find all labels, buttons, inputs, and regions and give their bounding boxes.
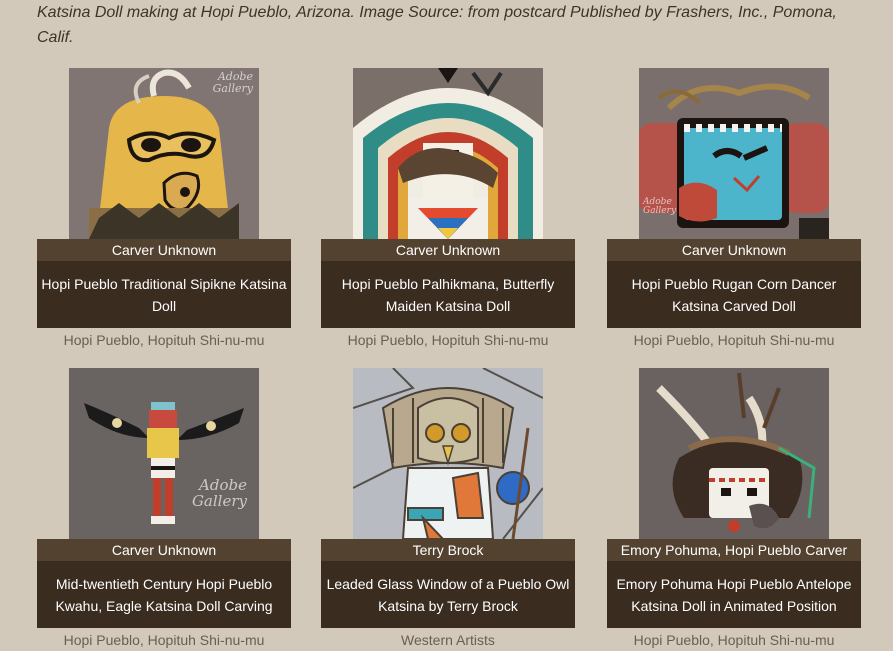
product-image[interactable] — [639, 368, 829, 539]
category-link[interactable]: Hopi Pueblo, Hopituh Shi-nu-mu — [607, 331, 861, 349]
adobe-gallery-watermark: Adobe Gallery — [212, 70, 253, 95]
image-source-caption: Katsina Doll making at Hopi Pueblo, Ariz… — [37, 4, 837, 46]
product-title-link[interactable]: Leaded Glass Window of a Pueblo Owl Kats… — [321, 561, 575, 628]
artist-label: Emory Pohuma, Hopi Pueblo Carver — [607, 539, 861, 561]
category-link[interactable]: Hopi Pueblo, Hopituh Shi-nu-mu — [37, 331, 291, 349]
product-title-link[interactable]: Mid-twentieth Century Hopi Pueblo Kwahu,… — [37, 561, 291, 628]
product-title-link[interactable]: Hopi Pueblo Traditional Sipikne Katsina … — [37, 261, 291, 328]
category-link[interactable]: Hopi Pueblo, Hopituh Shi-nu-mu — [321, 331, 575, 349]
kwahu-eagle-katsina-doll-image — [69, 368, 259, 539]
artist-label: Carver Unknown — [607, 239, 861, 261]
adobe-gallery-watermark: Adobe Gallery — [191, 476, 247, 510]
product-title-link[interactable]: Emory Pohuma Hopi Pueblo Antelope Katsin… — [607, 561, 861, 628]
product-image[interactable] — [353, 368, 543, 539]
category-link[interactable]: Western Artists — [321, 631, 575, 649]
antelope-katsina-doll-image — [639, 368, 829, 539]
product-title-link[interactable]: Hopi Pueblo Palhikmana, Butterfly Maiden… — [321, 261, 575, 328]
artist-label: Carver Unknown — [37, 239, 291, 261]
palhikmana-katsina-doll-image — [353, 68, 543, 239]
category-link[interactable]: Hopi Pueblo, Hopituh Shi-nu-mu — [37, 631, 291, 649]
owl-katsina-leaded-glass-image — [353, 368, 543, 539]
artist-label: Terry Brock — [321, 539, 575, 561]
category-link[interactable]: Hopi Pueblo, Hopituh Shi-nu-mu — [607, 631, 861, 649]
artist-label: Carver Unknown — [321, 239, 575, 261]
product-image[interactable]: Adobe Gallery — [639, 68, 829, 239]
adobe-gallery-watermark: Adobe Gallery — [643, 197, 677, 217]
product-image[interactable] — [353, 68, 543, 239]
product-image[interactable]: Adobe Gallery — [69, 68, 259, 239]
artist-label: Carver Unknown — [37, 539, 291, 561]
product-image[interactable]: Adobe Gallery — [69, 368, 259, 539]
product-title-link[interactable]: Hopi Pueblo Rugan Corn Dancer Katsina Ca… — [607, 261, 861, 328]
